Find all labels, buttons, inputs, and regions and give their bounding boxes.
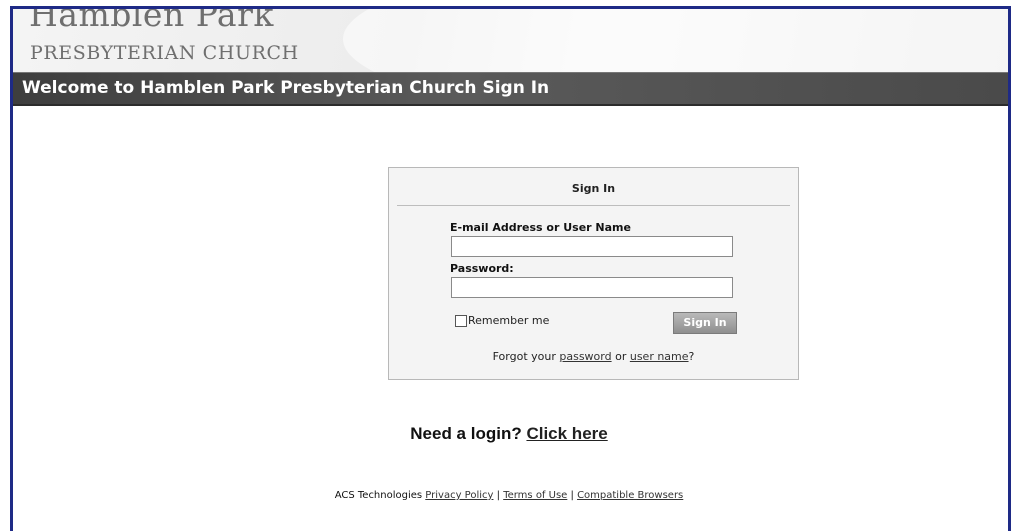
compatible-browsers-link[interactable]: Compatible Browsers bbox=[577, 490, 683, 501]
remember-me-label[interactable]: Remember me bbox=[468, 314, 549, 327]
privacy-policy-link[interactable]: Privacy Policy bbox=[425, 490, 493, 501]
signin-panel-title: Sign In bbox=[571, 182, 616, 195]
remember-me: Remember me bbox=[455, 314, 549, 327]
email-label: E-mail Address or User Name bbox=[450, 221, 631, 234]
need-login-prefix: Need a login? bbox=[410, 424, 527, 443]
password-label: Password: bbox=[450, 262, 514, 275]
password-field[interactable] bbox=[451, 277, 733, 298]
forgot-username-link[interactable]: user name bbox=[630, 350, 689, 363]
banner-swoosh bbox=[343, 9, 1008, 72]
footer-company: ACS Technologies bbox=[334, 490, 426, 501]
footer: ACS Technologies Privacy Policy | Terms … bbox=[0, 490, 1018, 501]
forgot-prefix: Forgot your bbox=[492, 350, 560, 363]
church-logo-name: Hamblen Park bbox=[29, 9, 274, 34]
forgot-password-link[interactable]: password bbox=[559, 350, 611, 363]
page-title-bar: Welcome to Hamblen Park Presbyterian Chu… bbox=[13, 72, 1008, 106]
forgot-credentials: Forgot your password or user name? bbox=[389, 350, 798, 363]
email-field[interactable] bbox=[451, 236, 733, 257]
footer-separator: | bbox=[493, 490, 504, 501]
forgot-suffix: ? bbox=[688, 350, 695, 363]
header-banner: Hamblen Park PRESBYTERIAN CHURCH bbox=[13, 9, 1008, 72]
need-login: Need a login? Click here bbox=[0, 424, 1018, 444]
remember-me-checkbox[interactable] bbox=[455, 314, 467, 327]
church-logo-subtitle: PRESBYTERIAN CHURCH bbox=[30, 42, 299, 64]
divider bbox=[397, 205, 790, 206]
page-title: Welcome to Hamblen Park Presbyterian Chu… bbox=[22, 78, 550, 98]
need-login-link[interactable]: Click here bbox=[526, 424, 607, 443]
forgot-or: or bbox=[611, 350, 630, 363]
terms-of-use-link[interactable]: Terms of Use bbox=[503, 490, 567, 501]
signin-panel: Sign In E-mail Address or User Name Pass… bbox=[388, 167, 799, 380]
footer-separator: | bbox=[567, 490, 578, 501]
signin-button[interactable]: Sign In bbox=[673, 312, 737, 334]
